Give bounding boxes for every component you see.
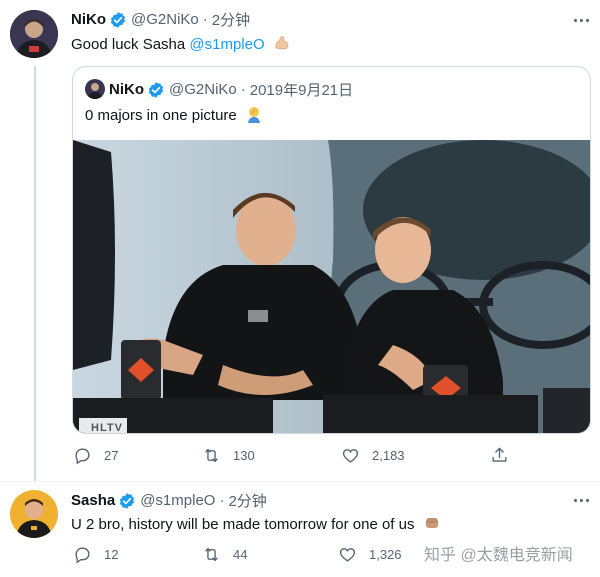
tweet1-retweet-count: 130 bbox=[233, 448, 255, 463]
tweet2-like-button[interactable]: 1,326 bbox=[338, 545, 402, 564]
sasha-avatar[interactable] bbox=[10, 490, 58, 538]
tweet2-author-handle[interactable]: @s1mpleO bbox=[140, 492, 215, 509]
muscle-emoji-icon bbox=[273, 34, 291, 56]
quoted-niko-avatar bbox=[85, 79, 105, 99]
tweet1-text-body: Good luck Sasha bbox=[71, 36, 190, 53]
quoted-tweet-card[interactable]: NiKo @G2NiKo · 2019年9月21日 0 majors in on… bbox=[72, 66, 591, 434]
tweet2-more-icon[interactable] bbox=[571, 490, 591, 510]
tweet1-author-handle[interactable]: @G2NiKo bbox=[131, 11, 199, 28]
share-icon bbox=[492, 447, 507, 462]
retweet-icon bbox=[205, 547, 218, 562]
tweet1-reply-count: 27 bbox=[104, 448, 119, 463]
tweet1-more-icon[interactable] bbox=[571, 10, 591, 30]
tweet2-author-name[interactable]: Sasha bbox=[71, 492, 115, 509]
facepalm-emoji-icon bbox=[245, 105, 263, 127]
tweet2-retweet-button[interactable]: 44 bbox=[202, 545, 247, 564]
quoted-separator: · bbox=[240, 81, 246, 98]
quoted-author-handle: @G2NiKo bbox=[169, 81, 237, 98]
photo-caption: HLTV bbox=[91, 422, 123, 434]
quoted-date: 2019年9月21日 bbox=[249, 82, 354, 99]
reply-icon bbox=[75, 547, 90, 564]
quoted-tweet-text: 0 majors in one picture bbox=[85, 105, 263, 127]
tweet1-like-button[interactable]: 2,183 bbox=[341, 446, 405, 465]
retweet-icon bbox=[205, 448, 218, 463]
zhihu-watermark: 知乎 @太魏电竞新闻 bbox=[424, 547, 573, 564]
tweet2-retweet-count: 44 bbox=[233, 547, 248, 562]
tweet1-text: Good luck Sasha @s1mpleO bbox=[71, 34, 291, 56]
tweet1-header: NiKo @G2NiKo · 2分钟 bbox=[71, 9, 250, 30]
tweet2-timestamp[interactable]: 2分钟 bbox=[228, 490, 266, 511]
tweet1-timestamp[interactable]: 2分钟 bbox=[212, 9, 250, 30]
tweet1-like-count: 2,183 bbox=[372, 448, 405, 463]
tweet1-retweet-button[interactable]: 130 bbox=[202, 446, 255, 465]
tweet1-action-bar: 27 130 2,183 bbox=[73, 446, 593, 466]
tweet2-text-body: U 2 bro, history will be made tomorrow f… bbox=[71, 516, 415, 533]
niko-avatar[interactable] bbox=[10, 10, 58, 58]
tweet2-text: U 2 bro, history will be made tomorrow f… bbox=[71, 514, 441, 536]
tweet1-mention-link[interactable]: @s1mpleO bbox=[189, 36, 264, 53]
heart-icon bbox=[339, 548, 356, 562]
quoted-tweet-header: NiKo @G2NiKo · 2019年9月21日 bbox=[109, 79, 353, 100]
quoted-verified-badge-icon bbox=[147, 81, 165, 99]
tweet2-header: Sasha @s1mpleO · 2分钟 bbox=[71, 490, 267, 511]
tweet-divider bbox=[0, 481, 600, 482]
verified-badge-icon bbox=[109, 11, 127, 29]
quoted-author-name: NiKo bbox=[109, 81, 144, 98]
quoted-text-body: 0 majors in one picture bbox=[85, 107, 237, 124]
reply-icon bbox=[75, 448, 90, 465]
tweet2-separator: · bbox=[219, 492, 225, 509]
tweet1-reply-button[interactable]: 27 bbox=[73, 446, 118, 465]
fist-emoji-icon bbox=[423, 514, 441, 536]
thread-connector-line bbox=[34, 66, 36, 482]
heart-icon bbox=[342, 449, 359, 463]
tweet2-verified-badge-icon bbox=[118, 492, 136, 510]
tweet1-separator: · bbox=[202, 11, 208, 28]
tweet2-like-count: 1,326 bbox=[369, 547, 402, 562]
quoted-tweet-photo[interactable]: HLTV bbox=[73, 140, 590, 434]
tweet1-share-button[interactable] bbox=[490, 446, 521, 465]
tweet2-reply-button[interactable]: 12 bbox=[73, 545, 118, 564]
tweet2-reply-count: 12 bbox=[104, 547, 119, 562]
tweet1-author-name[interactable]: NiKo bbox=[71, 11, 106, 28]
